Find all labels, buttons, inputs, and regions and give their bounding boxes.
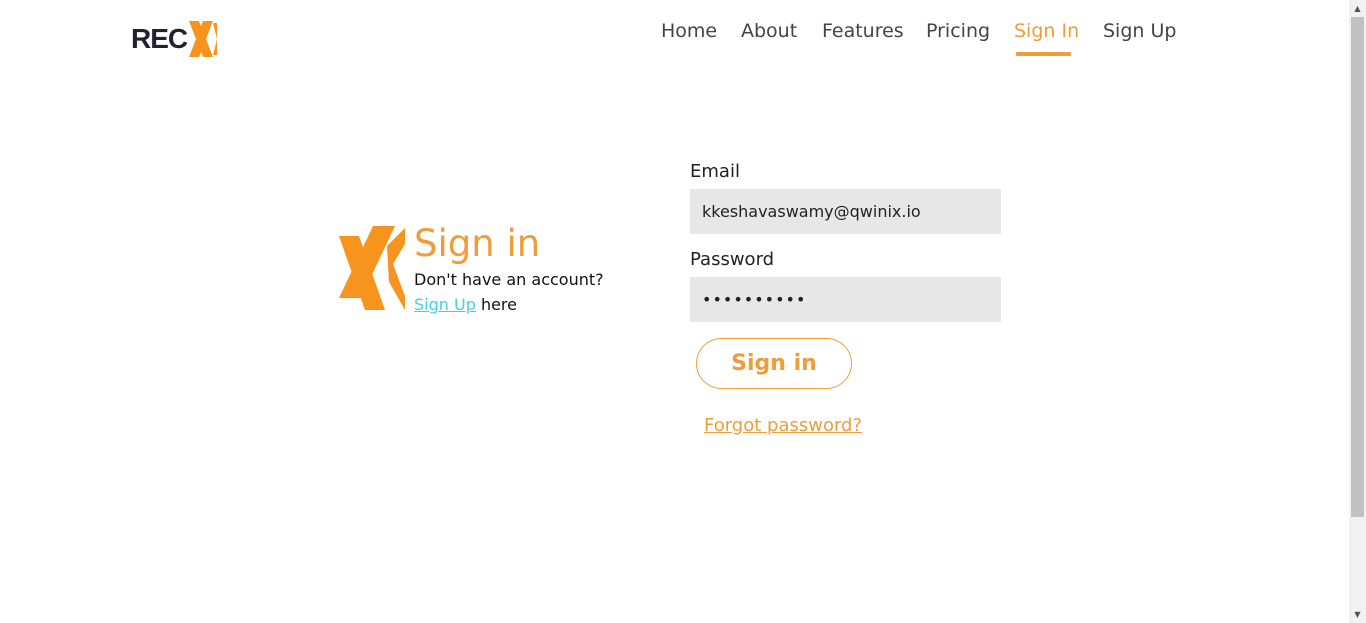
password-label: Password — [690, 249, 775, 270]
signup-suffix: here — [475, 295, 517, 314]
nav-pricing[interactable]: Pricing — [926, 20, 990, 42]
no-account-text: Don't have an account? — [414, 270, 604, 289]
x-logo-icon — [339, 226, 405, 310]
signup-prompt: Sign Up here — [414, 295, 517, 314]
nav-sign-up[interactable]: Sign Up — [1103, 20, 1176, 42]
signin-intro: Sign in Don't have an account? Sign Up h… — [339, 222, 639, 322]
scroll-thumb[interactable] — [1351, 17, 1364, 517]
signin-button[interactable]: Sign in — [696, 338, 852, 389]
nav-about[interactable]: About — [741, 20, 797, 42]
email-label: Email — [690, 161, 740, 182]
signup-link[interactable]: Sign Up — [414, 295, 476, 314]
vertical-scrollbar[interactable]: ▲ ▼ — [1349, 0, 1366, 623]
scroll-up-arrow-icon[interactable]: ▲ — [1349, 0, 1366, 17]
scroll-down-arrow-icon[interactable]: ▼ — [1349, 606, 1366, 623]
password-field[interactable] — [690, 277, 1001, 322]
nav-features[interactable]: Features — [822, 20, 904, 42]
signin-form: Email Password Sign in Forgot password? — [690, 160, 1001, 436]
nav-home[interactable]: Home — [661, 20, 717, 42]
nav-sign-in[interactable]: Sign In — [1014, 20, 1079, 42]
signin-title: Sign in — [414, 222, 541, 265]
main-nav: Home About Features Pricing Sign In Sign… — [0, 20, 1350, 60]
email-field[interactable] — [690, 189, 1001, 234]
forgot-password-link[interactable]: Forgot password? — [704, 415, 862, 436]
active-nav-indicator — [1016, 52, 1071, 56]
